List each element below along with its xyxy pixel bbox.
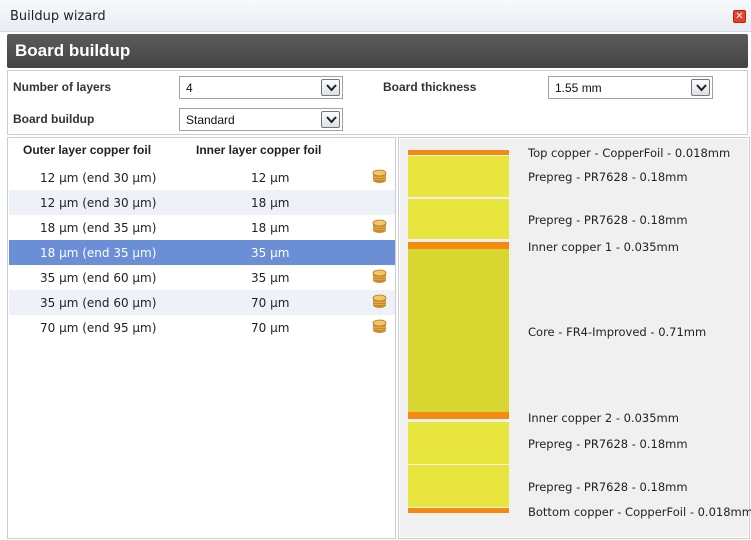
table-body: 12 µm (end 30 µm) 12 µm 12 µm (end 30 µm) 1… — [9, 165, 395, 340]
stackup-layer-copper — [408, 508, 509, 513]
outer-foil-cell: 18 µm (end 35 µm) — [40, 221, 157, 235]
stackup-layer-prepreg — [408, 465, 509, 507]
stackup-layer-label: Prepreg - PR7628 - 0.18mm — [528, 213, 688, 227]
layers-select[interactable]: 4 — [179, 76, 343, 99]
outer-foil-header: Outer layer copper foil — [23, 143, 152, 157]
chevron-down-icon — [321, 79, 340, 96]
stackup-layer-label: Prepreg - PR7628 - 0.18mm — [528, 437, 688, 451]
table-row[interactable]: 12 µm (end 30 µm) 18 µm — [9, 190, 395, 215]
coins-icon — [372, 294, 387, 312]
copper-foil-table: Outer layer copper foil Inner layer copp… — [7, 137, 396, 539]
outer-foil-cell: 70 µm (end 95 µm) — [40, 321, 157, 335]
chevron-down-icon — [691, 79, 710, 96]
outer-foil-cell: 12 µm (end 30 µm) — [40, 171, 157, 185]
table-row[interactable]: 35 µm (end 60 µm) 35 µm — [9, 265, 395, 290]
inner-foil-cell: 70 µm — [251, 296, 290, 310]
stackup-layer-label: Bottom copper - CopperFoil - 0.018mm — [528, 505, 751, 519]
section-header: Board buildup — [7, 34, 748, 68]
chevron-down-icon — [321, 111, 340, 128]
outer-foil-cell: 35 µm (end 60 µm) — [40, 296, 157, 310]
settings-panel: Number of layers 4 Board thickness 1.55 … — [7, 70, 748, 135]
inner-foil-cell: 18 µm — [251, 196, 290, 210]
stackup-panel: Top copper - CopperFoil - 0.018mm Prepreg… — [398, 137, 751, 539]
inner-foil-cell: 35 µm — [251, 246, 290, 260]
thickness-select-value: 1.55 mm — [555, 81, 602, 95]
stackup-layer-prepreg — [408, 156, 509, 197]
table-row[interactable]: 12 µm (end 30 µm) 12 µm — [9, 165, 395, 190]
inner-foil-cell: 35 µm — [251, 271, 290, 285]
table-row[interactable]: 70 µm (end 95 µm) 70 µm — [9, 315, 395, 340]
inner-foil-cell: 12 µm — [251, 171, 290, 185]
stackup-layer-label: Prepreg - PR7628 - 0.18mm — [528, 170, 688, 184]
stackup-layer-copper — [408, 242, 509, 249]
stackup-layer-prepreg — [408, 422, 509, 464]
table-row[interactable]: 18 µm (end 35 µm) 18 µm — [9, 215, 395, 240]
outer-foil-cell: 35 µm (end 60 µm) — [40, 271, 157, 285]
stackup-layer-copper — [408, 150, 509, 155]
thickness-select[interactable]: 1.55 mm — [548, 76, 713, 99]
window-titlebar: Buildup wizard ✕ — [0, 0, 751, 32]
close-icon[interactable]: ✕ — [733, 10, 746, 23]
coins-icon — [372, 219, 387, 237]
table-row[interactable]: 18 µm (end 35 µm) 35 µm — [9, 240, 395, 265]
outer-foil-cell: 12 µm (end 30 µm) — [40, 196, 157, 210]
outer-foil-cell: 18 µm (end 35 µm) — [40, 246, 157, 260]
table-row[interactable]: 35 µm (end 60 µm) 70 µm — [9, 290, 395, 315]
buildup-select[interactable]: Standard — [179, 108, 343, 131]
inner-foil-cell: 70 µm — [251, 321, 290, 335]
coins-icon — [372, 169, 387, 187]
stackup-layer-label: Inner copper 2 - 0.035mm — [528, 411, 679, 425]
stackup-layer-label: Prepreg - PR7628 - 0.18mm — [528, 480, 688, 494]
page-title: Board buildup — [15, 41, 131, 60]
stackup-layer-label: Core - FR4-Improved - 0.71mm — [528, 325, 707, 339]
thickness-label: Board thickness — [383, 80, 477, 94]
buildup-label: Board buildup — [13, 112, 95, 126]
inner-foil-header: Inner layer copper foil — [196, 143, 322, 157]
inner-foil-cell: 18 µm — [251, 221, 290, 235]
window-title: Buildup wizard — [10, 9, 106, 24]
stackup-layer-label: Top copper - CopperFoil - 0.018mm — [528, 146, 731, 160]
stackup-layer-copper — [408, 412, 509, 419]
coins-icon — [372, 269, 387, 287]
stackup-layer-core — [408, 249, 509, 412]
buildup-select-value: Standard — [186, 113, 235, 127]
stackup-layer-prepreg — [408, 199, 509, 239]
stackup-layer-label: Inner copper 1 - 0.035mm — [528, 240, 679, 254]
layers-select-value: 4 — [186, 81, 193, 95]
layers-label: Number of layers — [13, 80, 112, 94]
coins-icon — [372, 319, 387, 337]
